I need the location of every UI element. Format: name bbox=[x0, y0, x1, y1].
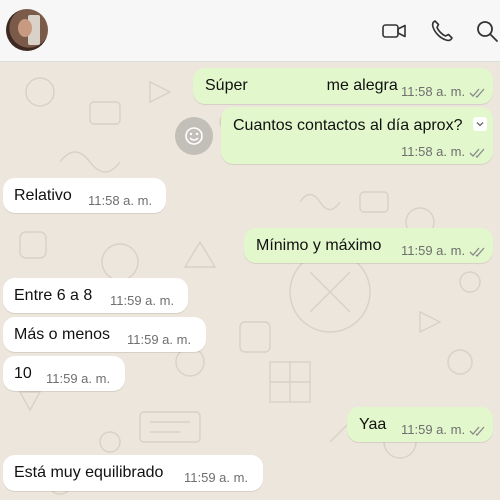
message-meta: 11:59 a. m. bbox=[401, 241, 486, 261]
chat-header bbox=[0, 0, 500, 62]
double-check-icon bbox=[469, 426, 485, 436]
emoji-reaction-button[interactable] bbox=[175, 117, 213, 155]
message-text: Más o menos bbox=[14, 326, 111, 343]
message-text: Relativo bbox=[14, 187, 72, 204]
message-time: 11:59 a. m. bbox=[401, 422, 466, 437]
message-bubble-outgoing[interactable]: Yaa 11:59 a. m. bbox=[347, 407, 493, 442]
message-time: 11:59 a. m. bbox=[184, 470, 249, 485]
message-text: Cuantos contactos al día aprox? bbox=[233, 117, 463, 134]
video-camera-icon[interactable] bbox=[381, 18, 407, 44]
message-bubble-outgoing[interactable]: Súper me alegra 11:58 a. m. bbox=[193, 68, 493, 104]
message-time: 11:59 a. m. bbox=[46, 371, 111, 386]
message-text: Está muy equilibrado bbox=[14, 464, 164, 481]
chevron-down-icon[interactable] bbox=[473, 117, 487, 131]
message-bubble-incoming[interactable]: Está muy equilibrado 11:59 a. m. bbox=[3, 455, 263, 491]
message-text: Súper me alegra bbox=[205, 76, 398, 96]
search-icon[interactable] bbox=[474, 18, 500, 44]
message-meta: 11:58 a. m. bbox=[401, 82, 486, 102]
message-bubble-incoming[interactable]: Entre 6 a 8 11:59 a. m. bbox=[3, 278, 188, 313]
message-time: 11:59 a. m. bbox=[127, 332, 192, 347]
message-bubble-outgoing[interactable]: Cuantos contactos al día aprox? 11:58 a.… bbox=[221, 107, 493, 164]
avatar-face-shape bbox=[18, 19, 32, 37]
message-time: 11:58 a. m. bbox=[401, 84, 466, 99]
message-time: 11:59 a. m. bbox=[401, 243, 466, 258]
message-text: Mínimo y máximo bbox=[256, 237, 382, 254]
message-time: 11:59 a. m. bbox=[110, 293, 175, 308]
emoji-icon bbox=[185, 127, 203, 145]
message-meta: 11:58 a. m. bbox=[401, 142, 486, 162]
contact-avatar[interactable] bbox=[6, 9, 48, 51]
double-check-icon bbox=[469, 247, 485, 257]
message-bubble-incoming[interactable]: Relativo 11:58 a. m. bbox=[3, 178, 166, 213]
message-bubble-incoming[interactable]: Más o menos 11:59 a. m. bbox=[3, 317, 206, 352]
message-time: 11:58 a. m. bbox=[88, 193, 153, 208]
message-meta: 11:59 a. m. bbox=[401, 420, 486, 440]
double-check-icon bbox=[469, 148, 485, 158]
message-text: 10 bbox=[14, 365, 32, 382]
message-bubble-incoming[interactable]: 10 11:59 a. m. bbox=[3, 356, 125, 391]
message-text: Yaa bbox=[359, 416, 387, 433]
phone-icon[interactable] bbox=[429, 18, 455, 44]
message-text: Entre 6 a 8 bbox=[14, 287, 93, 304]
message-bubble-outgoing[interactable]: Mínimo y máximo 11:59 a. m. bbox=[244, 228, 493, 263]
chat-area[interactable]: Súper me alegra 11:58 a. m. Cuantos cont… bbox=[0, 62, 500, 500]
double-check-icon bbox=[469, 88, 485, 98]
redacted-area bbox=[252, 76, 323, 96]
message-time: 11:58 a. m. bbox=[401, 144, 466, 159]
